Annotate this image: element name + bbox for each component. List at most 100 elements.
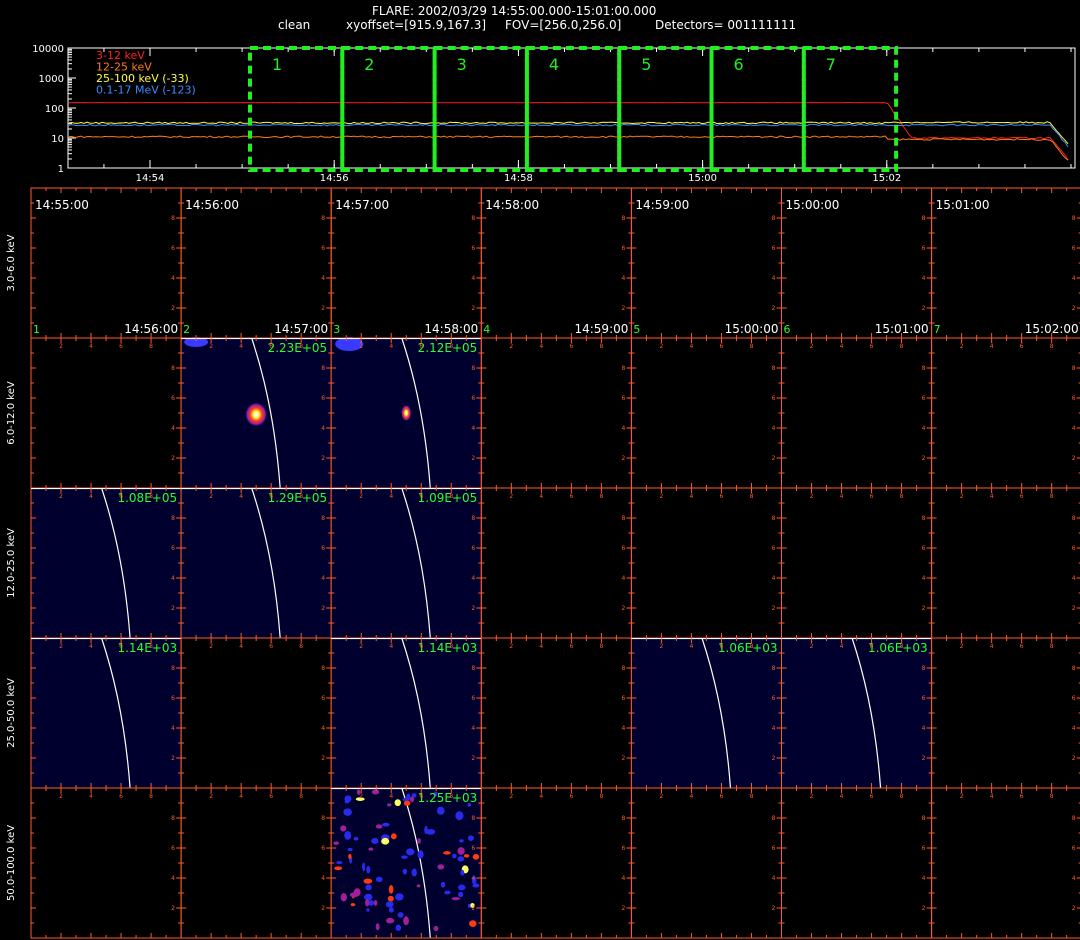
image-cell: 2 4 6 8 2 4 6 8 <box>630 787 783 939</box>
noise-blob <box>347 847 353 852</box>
noise-blob <box>437 864 445 870</box>
tick-number: 8 <box>922 665 926 672</box>
tick-number: 6 <box>772 395 776 402</box>
noise-blob <box>411 868 417 877</box>
x-tick-label: 15:00 <box>688 173 717 184</box>
tick-number: 6 <box>621 245 625 252</box>
image-cell: 1.06E+03 2 4 6 8 2 4 6 8 <box>630 637 783 789</box>
tick-number: 6 <box>922 395 926 402</box>
tick-number: 8 <box>171 215 175 222</box>
image-cell: 2 4 6 8 2 4 6 8 <box>931 637 1080 789</box>
tick-number: 4 <box>89 493 93 500</box>
noise-blob <box>375 824 383 829</box>
flare-source <box>401 405 412 421</box>
noise-blob <box>458 884 466 891</box>
tick-number: 6 <box>569 643 573 650</box>
image-max-value: 1.14E+03 <box>418 641 478 655</box>
cell-border <box>931 487 1080 639</box>
tick-number: 8 <box>149 643 153 650</box>
tick-number: 6 <box>772 245 776 252</box>
noise-blob <box>457 856 465 862</box>
image-max-value: 1.14E+03 <box>117 641 177 655</box>
image-panel <box>331 488 482 638</box>
tick-number: 8 <box>149 793 153 800</box>
cell-border <box>630 337 783 489</box>
image-cell: 2 4 6 8 2 4 6 8 <box>931 787 1080 939</box>
noise-blob <box>436 806 445 815</box>
tick-number: 6 <box>1072 395 1076 402</box>
tick-number: 6 <box>621 395 625 402</box>
tick-number: 6 <box>119 643 123 650</box>
interval-number: 5 <box>641 55 651 74</box>
tick-number: 4 <box>840 493 844 500</box>
tick-number: 4 <box>171 725 175 732</box>
noise-blob <box>387 803 392 807</box>
tick-number: 2 <box>660 493 664 500</box>
tick-number: 8 <box>621 815 625 822</box>
tick-number: 2 <box>471 305 475 312</box>
image-cell: 2 4 6 8 14:56:00 14:57:00 2 <box>180 187 332 339</box>
cell-border <box>630 487 783 639</box>
noise-blob <box>373 899 378 906</box>
noise-blob <box>381 837 390 845</box>
image-cell: 2 4 6 8 14:55:00 14:56:00 1 <box>30 187 182 339</box>
image-max-value: 2.12E+05 <box>418 341 478 355</box>
image-cell: 2 4 6 8 2 4 6 8 <box>480 637 632 789</box>
tick-number: 4 <box>1072 575 1076 582</box>
noise-blob <box>467 835 474 841</box>
interval-start-time: 14:57:00 <box>335 198 389 212</box>
tick-number: 4 <box>990 643 994 650</box>
tick-number: 4 <box>89 643 93 650</box>
noise-blob <box>443 851 451 855</box>
tick-number: 8 <box>922 515 926 522</box>
tick-number: 6 <box>269 493 273 500</box>
tick-number: 6 <box>419 343 423 350</box>
tick-number: 6 <box>471 395 475 402</box>
interval-box <box>801 46 899 172</box>
method-label: clean <box>278 18 311 32</box>
x-tick-label: 14:56 <box>320 173 349 184</box>
interval-index: 5 <box>633 323 640 336</box>
tick-number: 2 <box>171 455 175 462</box>
interval-number: 4 <box>549 55 559 74</box>
tick-number: 4 <box>922 275 926 282</box>
image-max-value: 1.06E+03 <box>718 641 778 655</box>
tick-number: 8 <box>621 665 625 672</box>
tick-number: 8 <box>1072 365 1076 372</box>
interval-index: 7 <box>934 323 941 336</box>
image-cell: 2 4 6 8 2 4 6 8 <box>480 787 632 939</box>
interval-end-time: 14:58:00 <box>424 322 478 336</box>
lightcurve-series-line <box>69 102 1069 161</box>
interval-start-time: 15:01:00 <box>936 198 990 212</box>
interval-end-time: 15:02:00 <box>1025 322 1079 336</box>
noise-blob <box>348 853 352 860</box>
tick-number: 2 <box>810 643 814 650</box>
tick-number: 4 <box>840 643 844 650</box>
cell-border <box>30 337 182 489</box>
tick-number: 8 <box>1072 215 1076 222</box>
tick-number: 6 <box>922 545 926 552</box>
tick-number: 4 <box>922 575 926 582</box>
energy-row-label: 25.0-50.0 keV <box>6 678 17 748</box>
tick-number: 6 <box>870 493 874 500</box>
tick-number: 2 <box>810 493 814 500</box>
tick-number: 6 <box>321 395 325 402</box>
tick-number: 6 <box>1072 845 1076 852</box>
noise-blob <box>416 884 421 888</box>
noise-blob <box>371 838 379 844</box>
image-max-value: 1.25E+03 <box>418 791 478 805</box>
tick-number: 8 <box>149 493 153 500</box>
tick-number: 2 <box>660 793 664 800</box>
tick-number: 6 <box>569 793 573 800</box>
tick-number: 6 <box>471 245 475 252</box>
tick-number: 4 <box>690 343 694 350</box>
tick-number: 2 <box>621 305 625 312</box>
image-cell: 2.12E+05 2 4 6 8 2 4 6 8 <box>330 337 482 489</box>
interval-end-time: 14:59:00 <box>574 322 628 336</box>
tick-number: 6 <box>772 845 776 852</box>
noise-blob <box>395 893 404 901</box>
interval-start-time: 14:56:00 <box>185 198 239 212</box>
tick-number: 2 <box>59 343 63 350</box>
tick-number: 8 <box>599 343 603 350</box>
tick-number: 6 <box>772 545 776 552</box>
